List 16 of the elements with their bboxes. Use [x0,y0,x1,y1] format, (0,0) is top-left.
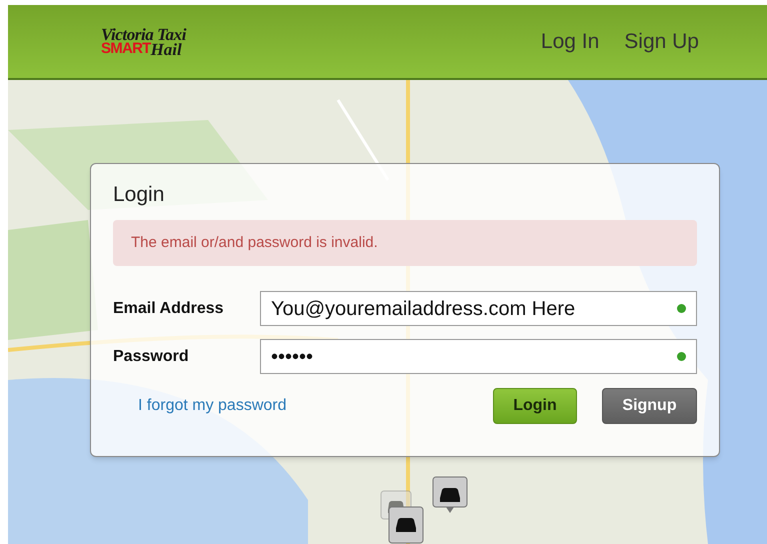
error-message: The email or/and password is invalid. [113,220,697,266]
logo-text: Hail [150,40,182,58]
logo-text: SMART [101,40,151,58]
dialog-title: Login [113,184,166,205]
field-label: Email Address [113,298,225,318]
input-field[interactable]: •••••• [260,339,697,374]
login-button[interactable]: Login [493,388,577,424]
forgot-password-link[interactable]: I forgot my password [138,394,286,418]
input-field[interactable]: You@youremailaddress.com Here [260,291,697,326]
nav-link[interactable]: Sign Up [624,26,699,58]
field-label: Password [113,346,190,366]
signup-button[interactable]: Signup [602,388,697,424]
nav-link[interactable]: Log In [540,26,600,58]
taxi-marker-icon [432,476,468,514]
taxi-marker-icon [388,506,424,544]
logo-text: Victoria Taxi [101,26,186,42]
